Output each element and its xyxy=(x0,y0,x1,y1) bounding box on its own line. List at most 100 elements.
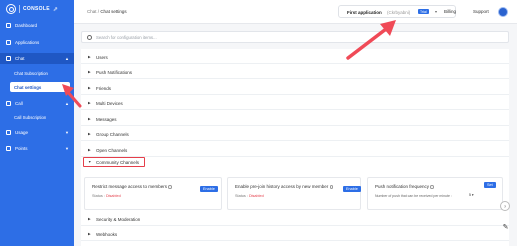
feedback-icon[interactable]: ✎ xyxy=(501,222,510,231)
caret-right-icon: ▶ xyxy=(88,86,91,90)
caret-right-icon: ▶ xyxy=(88,55,91,59)
applications-icon xyxy=(6,40,11,45)
nav-label: Points xyxy=(15,146,28,151)
nav-item-dashboard[interactable]: Dashboard xyxy=(0,20,74,31)
nav-item-chat[interactable]: Chat ▲ xyxy=(0,53,74,64)
card-title: Push notification frequency xyxy=(375,184,434,189)
nav-item-applications[interactable]: Applications xyxy=(0,37,74,48)
section-label: Friends xyxy=(96,85,112,91)
chevron-up-icon: ▲ xyxy=(65,101,69,106)
nav-item-chat-subscription[interactable]: Chat Subscription xyxy=(0,68,74,78)
card-title: Enable pre-join history access by new me… xyxy=(235,184,334,189)
section-label: Community Channels xyxy=(96,159,140,165)
nav-item-usage[interactable]: Usage ▼ xyxy=(0,127,74,138)
section-label: Push Notifications xyxy=(96,69,133,75)
info-icon[interactable] xyxy=(329,185,334,189)
section-friends[interactable]: ▶ Friends xyxy=(81,82,509,95)
section-messages[interactable]: ▶ Messages xyxy=(81,113,509,126)
logo-text: CONSOLE xyxy=(23,6,50,12)
top-header: Chat / Chat settings First application (… xyxy=(74,0,517,24)
logo-icon xyxy=(6,4,16,14)
logo-divider xyxy=(19,5,20,13)
section-label: Webhooks xyxy=(96,231,118,237)
nav-item-call[interactable]: Call ▲ xyxy=(0,98,74,109)
section-label: Multi Devices xyxy=(96,100,123,106)
caret-right-icon: ▶ xyxy=(88,132,91,136)
nav-label: Call xyxy=(15,101,23,106)
setting-card-push-frequency: Push notification frequency Number of pu… xyxy=(367,177,503,210)
section-push-notifications[interactable]: ▶ Push Notifications xyxy=(81,66,509,79)
nav-label: Dashboard xyxy=(15,23,38,28)
caret-right-icon: ▶ xyxy=(88,101,91,105)
logo[interactable]: CONSOLE ⇗ xyxy=(6,4,58,14)
section-label: Users xyxy=(96,54,108,60)
breadcrumb: Chat / Chat settings xyxy=(87,9,127,14)
chevron-up-icon: ▲ xyxy=(65,56,69,61)
settings-panel: ▶ Users ▶ Push Notifications ▶ Friends ▶… xyxy=(81,49,509,246)
chevron-down-icon: ▼ xyxy=(65,146,69,151)
chat-icon xyxy=(6,56,11,61)
setting-card-restrict-access: Restrict message access to members Statu… xyxy=(84,177,222,210)
caret-right-icon: ▶ xyxy=(88,217,91,221)
section-label: Group Channels xyxy=(96,131,129,137)
nav-item-points[interactable]: Points ▼ xyxy=(0,143,74,154)
nav-item-chat-settings[interactable]: Chat settings xyxy=(10,82,70,92)
help-icon[interactable]: ? xyxy=(500,201,510,211)
nav-label: Chat Subscription xyxy=(14,70,48,76)
nav-label: Usage xyxy=(15,130,29,135)
app-selector[interactable]: First application (Ckrbyabni) Trial ▾ xyxy=(338,5,456,18)
sidebar: CONSOLE ⇗ Dashboard Applications Chat ▲ … xyxy=(0,0,74,246)
section-users[interactable]: ▶ Users xyxy=(81,51,509,64)
usage-icon xyxy=(6,130,11,135)
billing-link[interactable]: Billing xyxy=(444,9,456,14)
setting-card-pre-join-history: Enable pre-join history access by new me… xyxy=(227,177,361,210)
search-bar xyxy=(81,31,509,43)
info-icon[interactable] xyxy=(168,185,172,189)
section-label: Messages xyxy=(96,116,117,122)
call-icon xyxy=(6,101,11,106)
avatar[interactable] xyxy=(498,7,508,17)
section-label: Open Channels xyxy=(96,147,128,153)
section-security-moderation[interactable]: ▶ Security & Moderation xyxy=(81,213,509,226)
section-multi-devices[interactable]: ▶ Multi Devices xyxy=(81,97,509,110)
frequency-select[interactable]: 5 ▾ xyxy=(469,193,479,199)
chevron-down-icon: ▾ xyxy=(435,9,438,14)
card-title: Restrict message access to members xyxy=(92,184,172,189)
nav-label: Chat settings xyxy=(14,84,42,90)
nav-item-call-subscription[interactable]: Call Subscription xyxy=(0,112,74,122)
info-icon[interactable] xyxy=(430,185,434,189)
section-community-channels[interactable]: ▼ Community Channels xyxy=(83,157,145,167)
chevron-down-icon: ▼ xyxy=(65,130,69,135)
card-status: Status : Disabled xyxy=(235,194,264,198)
app-id: (Ckrbyabni) xyxy=(387,9,411,15)
caret-down-icon: ▼ xyxy=(88,160,92,164)
external-link-icon: ⇗ xyxy=(52,6,58,13)
caret-right-icon: ▶ xyxy=(88,117,91,121)
section-webhooks[interactable]: ▶ Webhooks xyxy=(81,228,509,241)
search-icon xyxy=(87,34,92,40)
nav-label: Applications xyxy=(15,40,40,45)
caret-right-icon: ▶ xyxy=(88,70,91,74)
status-value: Disabled xyxy=(105,194,121,198)
nav-label: Call Subscription xyxy=(14,114,47,120)
enable-button[interactable]: Enable xyxy=(343,186,361,192)
set-button[interactable]: Set xyxy=(484,182,496,188)
card-status: Status : Disabled xyxy=(92,194,121,198)
support-link[interactable]: Support xyxy=(473,9,489,14)
points-icon xyxy=(6,146,11,151)
enable-button[interactable]: Enable xyxy=(200,186,218,192)
card-subtitle: Number of push that can be received per … xyxy=(375,194,452,198)
nav-label: Chat xyxy=(15,56,25,61)
section-label: Security & Moderation xyxy=(96,216,141,222)
trial-badge: Trial xyxy=(418,9,429,14)
caret-right-icon: ▶ xyxy=(88,148,91,152)
breadcrumb-separator: / xyxy=(97,9,100,14)
search-input[interactable] xyxy=(96,33,396,42)
breadcrumb-root[interactable]: Chat xyxy=(87,9,97,14)
dashboard-icon xyxy=(6,23,11,28)
app-name: First application xyxy=(347,9,382,15)
section-open-channels[interactable]: ▶ Open Channels xyxy=(81,144,509,157)
section-group-channels[interactable]: ▶ Group Channels xyxy=(81,128,509,141)
status-value: Disabled xyxy=(248,194,264,198)
caret-right-icon: ▶ xyxy=(88,232,91,236)
